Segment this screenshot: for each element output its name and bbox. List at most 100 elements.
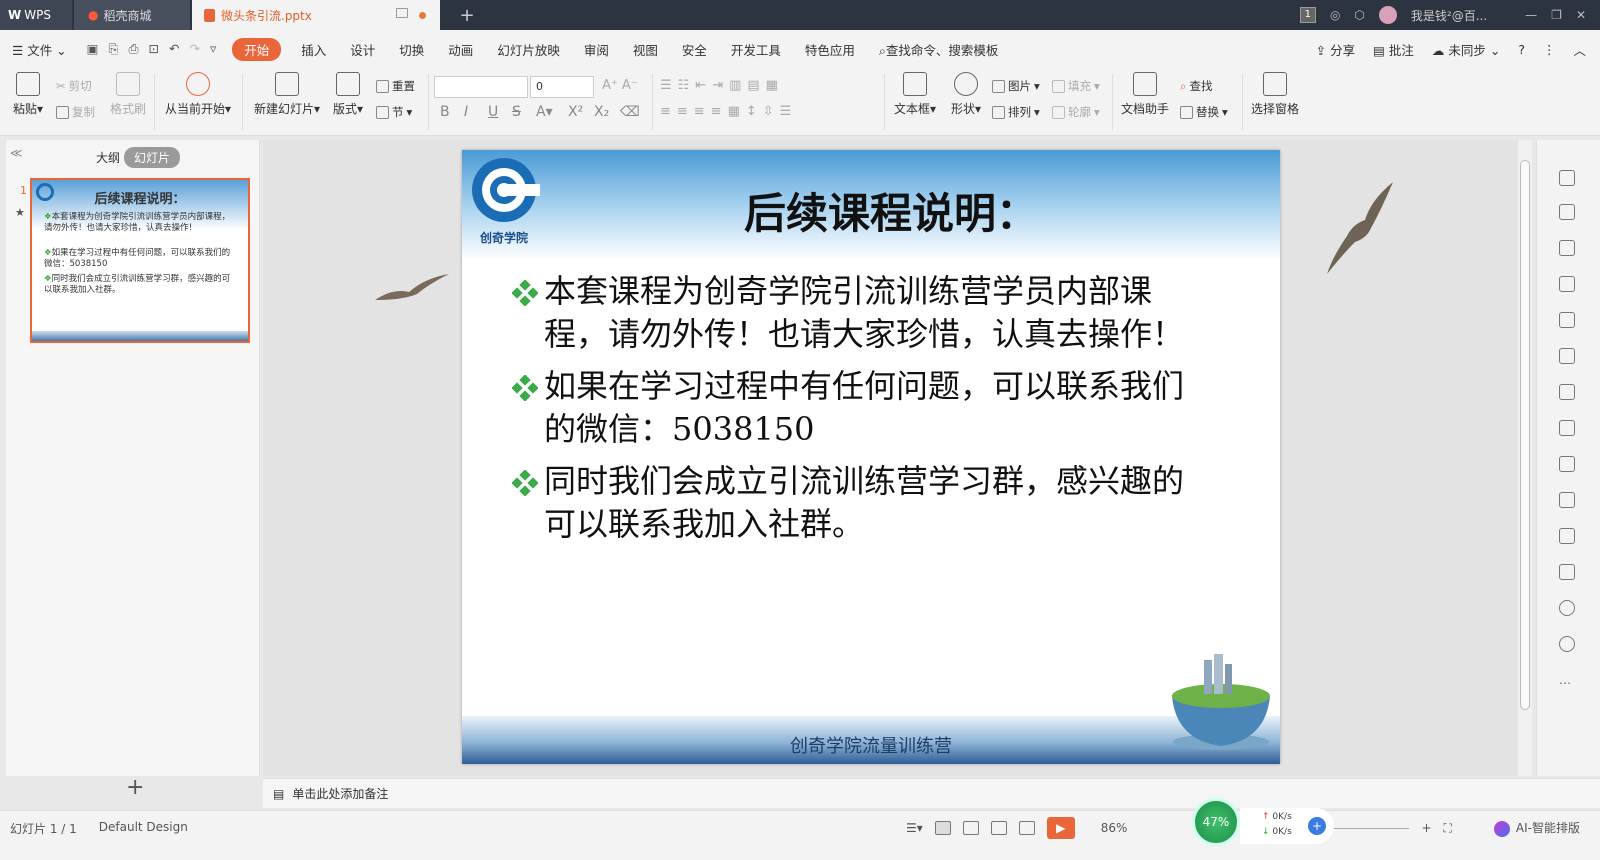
find-button[interactable]: ⌕ 查找 <box>1180 78 1212 94</box>
tab-security[interactable]: 安全 <box>670 40 719 59</box>
export-side-icon[interactable] <box>1559 420 1575 436</box>
copy-button[interactable]: 复制 <box>56 104 95 120</box>
boost-icon[interactable]: + <box>1308 817 1326 835</box>
more-icon[interactable]: ▿ <box>210 41 216 57</box>
sorter-view-icon[interactable] <box>962 821 979 835</box>
grow-font-icon[interactable]: A⁺ A⁻ <box>602 78 638 93</box>
comment-button[interactable]: ▤ 批注 <box>1373 40 1414 59</box>
zoom-in-icon[interactable]: + <box>1421 821 1431 835</box>
paste-button[interactable]: 粘贴▾ <box>10 72 46 117</box>
save-icon[interactable]: ▣ <box>87 41 99 57</box>
bullet-list[interactable]: 本套课程为创奇学院引流训练营学员内部课程，请勿外传！也请大家珍惜，认真去操作！ … <box>512 270 1212 555</box>
more-dots-icon[interactable]: ⋯ <box>1559 676 1571 690</box>
copy-format-icon[interactable] <box>1559 204 1575 220</box>
font-size-select[interactable]: 0 <box>530 76 594 98</box>
undo-icon[interactable]: ↶ <box>169 41 179 57</box>
font-color-icon[interactable]: A▾ <box>536 104 553 120</box>
notes-bar[interactable]: ▤ 单击此处添加备注 <box>263 778 1600 808</box>
tab-special[interactable]: 特色应用 <box>793 40 867 59</box>
more-menu-icon[interactable]: ⋮ <box>1543 42 1556 57</box>
strikethrough-icon[interactable]: S <box>512 104 521 120</box>
zoom-level[interactable]: 86% <box>1101 821 1128 835</box>
presenter-view-icon[interactable] <box>1018 821 1035 835</box>
user-name[interactable]: 我是钱²@百... <box>1411 7 1487 24</box>
redo-icon[interactable]: ↷ <box>189 41 199 57</box>
tab-wps[interactable]: W WPS <box>0 0 72 30</box>
subscript-icon[interactable]: X₂ <box>594 104 609 120</box>
notes-placeholder[interactable]: 单击此处添加备注 <box>292 785 388 802</box>
section-button[interactable]: 节 ▾ <box>376 104 412 120</box>
clear-format-icon[interactable]: ⌫ <box>620 104 640 120</box>
replace-button[interactable]: 替换 ▾ <box>1180 104 1228 120</box>
grid-icon[interactable] <box>1559 312 1575 328</box>
doc-assistant-button[interactable]: 文档助手 <box>1120 72 1170 117</box>
monitor-icon[interactable] <box>396 8 408 18</box>
restore-icon[interactable]: ❐ <box>1551 8 1562 22</box>
format-painter-button[interactable]: 格式刷 <box>106 72 150 117</box>
vertical-scrollbar[interactable] <box>1518 140 1532 776</box>
download-icon[interactable] <box>1559 564 1575 580</box>
picture-button[interactable]: 图片 ▾ <box>992 78 1040 94</box>
tab-insert[interactable]: 插入 <box>289 40 338 59</box>
tab-developer[interactable]: 开发工具 <box>719 40 793 59</box>
gallery-icon[interactable] <box>1559 384 1575 400</box>
skin-icon[interactable]: ◎ <box>1330 8 1340 22</box>
share-button[interactable]: ⇪ 分享 <box>1316 40 1355 59</box>
collapse-ribbon-icon[interactable]: ︿ <box>1573 40 1586 59</box>
print-preview-icon[interactable]: ⊡ <box>149 41 159 57</box>
notes-toggle-icon[interactable]: ☰▾ <box>906 821 923 835</box>
cut-button[interactable]: ✂ 剪切 <box>56 78 92 94</box>
slide-title[interactable]: 后续课程说明： <box>462 180 1280 241</box>
image-icon[interactable] <box>1559 492 1575 508</box>
help-icon[interactable]: ? <box>1518 42 1525 57</box>
pin-icon[interactable] <box>1559 170 1575 186</box>
scrollbar-thumb[interactable] <box>1520 160 1530 710</box>
animation-icon[interactable] <box>1559 276 1575 292</box>
new-slide-button[interactable]: 新建幻灯片▾ <box>252 72 322 117</box>
superscript-icon[interactable]: X² <box>568 104 583 120</box>
italic-icon[interactable]: I <box>464 104 468 120</box>
list-buttons[interactable]: ☰☷⇤⇥▥▤▦ <box>660 78 784 93</box>
tab-slides[interactable]: 幻灯片 <box>124 147 181 168</box>
collapse-panel-icon[interactable]: ≪ <box>10 146 23 160</box>
textbox-button[interactable]: 文本框▾ <box>890 72 940 117</box>
bold-icon[interactable]: B <box>440 104 450 120</box>
print-icon[interactable]: ⎙ <box>128 41 138 57</box>
history-icon[interactable] <box>1559 600 1575 616</box>
tab-slideshow[interactable]: 幻灯片放映 <box>485 40 572 59</box>
export-icon[interactable]: ⎘ <box>108 41 118 57</box>
tab-document[interactable]: 微头条引流.pptx <box>192 0 440 30</box>
tab-transition[interactable]: 切换 <box>387 40 436 59</box>
underline-icon[interactable]: U <box>488 104 498 120</box>
file-menu[interactable]: ☰ 文件 ⌄ <box>0 40 79 59</box>
shape-button[interactable]: 形状▾ <box>946 72 986 117</box>
tab-design[interactable]: 设计 <box>338 40 387 59</box>
window-count-badge[interactable]: 1 <box>1299 7 1316 23</box>
outline-button[interactable]: 轮廓 ▾ <box>1052 104 1100 120</box>
minimize-icon[interactable]: — <box>1525 8 1537 22</box>
tab-start[interactable]: 开始 <box>232 37 282 61</box>
theme-name[interactable]: Default Design <box>99 820 188 837</box>
ai-layout-button[interactable]: AI-智能排版 <box>1493 819 1580 837</box>
normal-view-icon[interactable] <box>934 821 951 835</box>
add-slide-button[interactable]: + <box>126 775 144 800</box>
help-circle-icon[interactable] <box>1559 636 1575 652</box>
slide[interactable]: 创奇学院 后续课程说明： 本套课程为创奇学院引流训练营学员内部课程，请勿外传！也… <box>462 150 1280 764</box>
reading-view-icon[interactable] <box>990 821 1007 835</box>
slideshow-button[interactable]: ▶ <box>1046 817 1075 839</box>
tab-review[interactable]: 审阅 <box>572 40 621 59</box>
fill-button[interactable]: 填充 ▾ <box>1052 78 1100 94</box>
align-buttons[interactable]: ≡≡≡≡▦↕⇳☰ <box>660 104 797 119</box>
play-from-current-button[interactable]: 从当前开始▾ <box>162 72 234 117</box>
font-name-select[interactable] <box>434 76 528 98</box>
tab-animation[interactable]: 动画 <box>436 40 485 59</box>
selection-pane-button[interactable]: 选择窗格 <box>1250 72 1300 117</box>
new-tab-button[interactable]: + <box>452 0 482 30</box>
shirt-icon[interactable]: ⬡ <box>1354 8 1364 22</box>
arrange-button[interactable]: 排列 ▾ <box>992 104 1040 120</box>
tab-daoke-store[interactable]: ● 稻壳商城 <box>74 0 190 30</box>
close-icon[interactable]: ✕ <box>1576 8 1586 22</box>
avatar[interactable] <box>1378 6 1397 24</box>
reset-button[interactable]: 重置 <box>376 78 415 94</box>
archive-icon[interactable] <box>1559 456 1575 472</box>
